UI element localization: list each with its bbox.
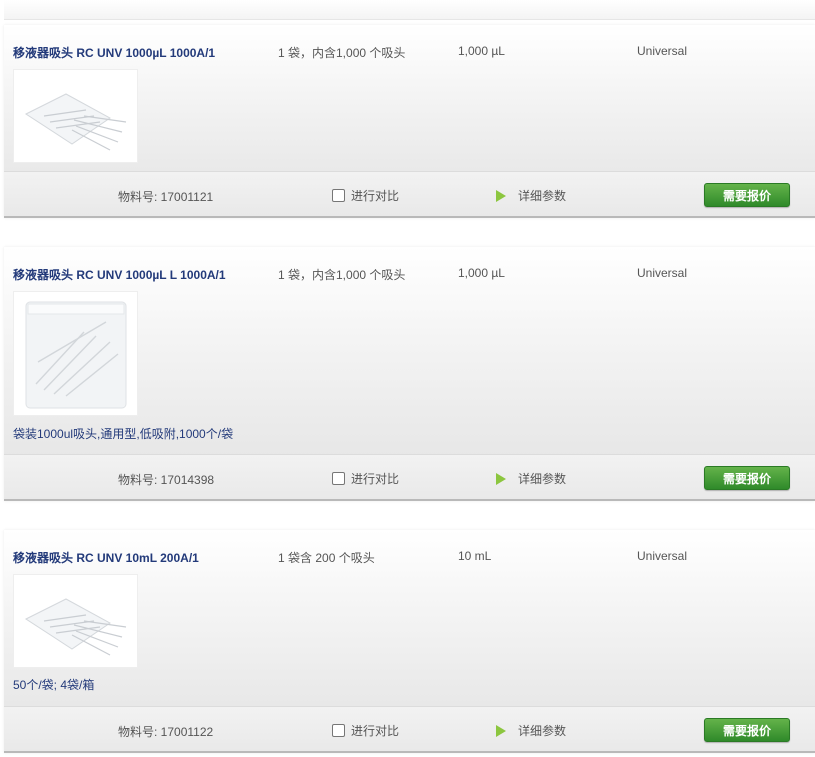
material-number: 物料号: 17001122	[118, 725, 214, 739]
play-arrow-icon	[496, 472, 506, 485]
compare-toggle[interactable]: 进行对比	[332, 470, 399, 487]
category: Universal	[637, 266, 688, 280]
product-image[interactable]	[13, 291, 138, 416]
compare-checkbox[interactable]	[332, 724, 345, 737]
product-image[interactable]	[13, 574, 138, 668]
previous-card-edge	[4, 0, 815, 20]
product-name-link[interactable]: 移液器吸头 RC UNV 1000µL 1000A/1	[13, 44, 215, 61]
compare-label[interactable]: 进行对比	[351, 470, 399, 487]
compare-checkbox[interactable]	[332, 472, 345, 485]
details-link[interactable]: 详细参数	[496, 722, 566, 739]
product-card: 移液器吸头 RC UNV 10mL 200A/1 1 袋含 200 个吸头 10…	[4, 530, 815, 753]
compare-checkbox[interactable]	[332, 189, 345, 202]
product-card: 移液器吸头 RC UNV 1000µL 1000A/1 1 袋，内含1,000 …	[4, 25, 815, 218]
product-image[interactable]	[13, 69, 138, 163]
pipette-tips-bag-icon	[25, 301, 127, 409]
product-action-bar: 物料号: 17001121 进行对比 详细参数 需要报价	[4, 171, 815, 218]
product-description: 袋装1000ul吸头,通用型,低吸附,1000个/袋	[13, 427, 234, 441]
volume: 1,000 µL	[458, 266, 505, 280]
volume: 1,000 µL	[458, 44, 505, 58]
pipette-tips-loose-icon	[24, 93, 127, 151]
compare-label[interactable]: 进行对比	[351, 722, 399, 739]
product-name-link[interactable]: 移液器吸头 RC UNV 10mL 200A/1	[13, 549, 199, 566]
details-label[interactable]: 详细参数	[518, 187, 566, 204]
pack-size: 1 袋，内含1,000 个吸头	[278, 268, 406, 282]
pack-size: 1 袋含 200 个吸头	[278, 551, 375, 565]
product-card: 移液器吸头 RC UNV 1000µL L 1000A/1 1 袋，内含1,00…	[4, 247, 815, 501]
compare-label[interactable]: 进行对比	[351, 187, 399, 204]
product-description: 50个/袋; 4袋/箱	[13, 678, 95, 692]
request-quote-button[interactable]: 需要报价	[704, 718, 790, 742]
product-name-link[interactable]: 移液器吸头 RC UNV 1000µL L 1000A/1	[13, 266, 226, 283]
category: Universal	[637, 549, 688, 563]
play-arrow-icon	[496, 189, 506, 202]
product-action-bar: 物料号: 17001122 进行对比 详细参数 需要报价	[4, 706, 815, 753]
product-action-bar: 物料号: 17014398 进行对比 详细参数 需要报价	[4, 454, 815, 501]
request-quote-button[interactable]: 需要报价	[704, 183, 790, 207]
details-label[interactable]: 详细参数	[518, 470, 566, 487]
play-arrow-icon	[496, 724, 506, 737]
material-number: 物料号: 17014398	[118, 473, 215, 487]
pack-size: 1 袋，内含1,000 个吸头	[278, 46, 406, 60]
details-link[interactable]: 详细参数	[496, 187, 566, 204]
volume: 10 mL	[458, 549, 492, 563]
request-quote-button[interactable]: 需要报价	[704, 466, 790, 490]
compare-toggle[interactable]: 进行对比	[332, 187, 399, 204]
category: Universal	[637, 44, 688, 58]
details-label[interactable]: 详细参数	[518, 722, 566, 739]
details-link[interactable]: 详细参数	[496, 470, 566, 487]
compare-toggle[interactable]: 进行对比	[332, 722, 399, 739]
pipette-tips-loose-icon	[24, 598, 127, 656]
material-number: 物料号: 17001121	[118, 190, 214, 204]
